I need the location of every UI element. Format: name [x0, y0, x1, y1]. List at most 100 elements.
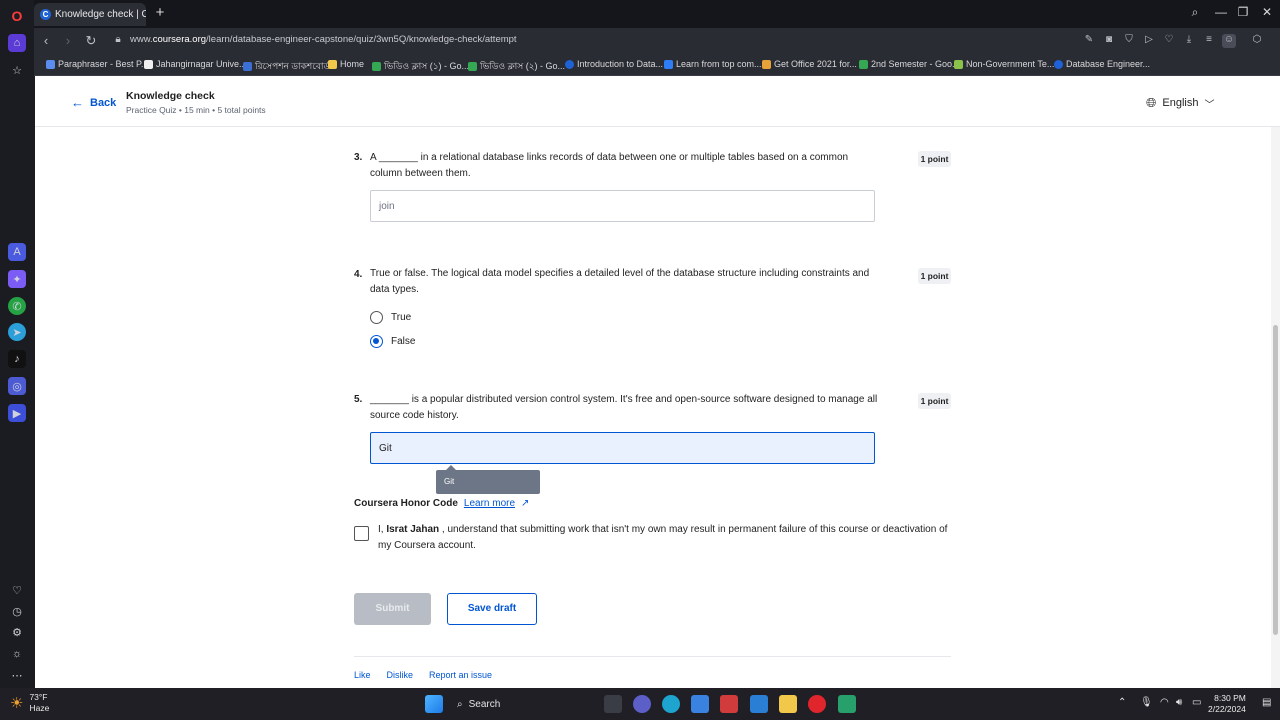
- report-issue-link[interactable]: Report an issue: [429, 670, 492, 680]
- radio-button[interactable]: [370, 311, 383, 324]
- notifications-icon[interactable]: ▤: [1262, 697, 1271, 708]
- back-nav-button[interactable]: ‹: [38, 33, 54, 48]
- learn-more-link[interactable]: Learn more: [464, 498, 515, 509]
- tray-chevron-icon[interactable]: ⌃: [1118, 697, 1126, 708]
- teams-icon[interactable]: [633, 695, 651, 713]
- option-label: False: [391, 336, 416, 347]
- answer-input[interactable]: join: [370, 190, 875, 222]
- whatsapp-icon[interactable]: ✆: [8, 297, 26, 315]
- bookmark-item[interactable]: Get Office 2021 for...: [762, 59, 857, 69]
- bookmark-item[interactable]: Database Engineer...: [1054, 59, 1150, 69]
- media-app-icon[interactable]: [838, 695, 856, 713]
- volume-icon[interactable]: 🔊︎: [1176, 697, 1182, 708]
- search-label: Search: [468, 698, 501, 710]
- back-label: Back: [90, 96, 117, 109]
- player-icon[interactable]: ▶: [8, 404, 26, 422]
- question-number: 4.: [354, 269, 363, 280]
- reload-button[interactable]: ↻: [83, 33, 99, 49]
- edge-icon[interactable]: [662, 695, 680, 713]
- store-icon[interactable]: [691, 695, 709, 713]
- favorites-icon[interactable]: ♡: [1162, 34, 1176, 48]
- honor-code-checkbox[interactable]: [354, 526, 369, 541]
- aria-icon[interactable]: A: [8, 243, 26, 261]
- tab-title: Knowledge check | Course: [55, 9, 146, 20]
- messenger-icon[interactable]: ✦: [8, 270, 26, 288]
- search-tabs-icon[interactable]: ⌕: [1186, 5, 1204, 20]
- mail-icon[interactable]: [750, 695, 768, 713]
- opera-taskbar-icon[interactable]: [808, 695, 826, 713]
- shield-icon[interactable]: ⛉: [1122, 34, 1136, 48]
- heart-icon[interactable]: ♡: [8, 581, 26, 599]
- taskbar-search[interactable]: ⌕ Search: [449, 693, 559, 715]
- bookmark-item[interactable]: Home: [328, 59, 364, 69]
- gift-app-icon[interactable]: [720, 695, 738, 713]
- points-badge: 1 point: [918, 151, 951, 167]
- bookmark-item[interactable]: Introduction to Data...: [565, 59, 663, 69]
- bookmark-favicon-icon: [762, 59, 771, 69]
- page-subtitle: Practice Quiz • 15 min • 5 total points: [126, 105, 266, 115]
- radio-button[interactable]: [370, 335, 383, 348]
- system-clock[interactable]: 8:30 PM 2/22/2024: [1208, 693, 1246, 715]
- new-tab-button[interactable]: +: [152, 5, 168, 21]
- more-icon[interactable]: ⋯: [8, 666, 26, 684]
- answer-input-active[interactable]: Git: [370, 432, 875, 464]
- weather-widget[interactable]: ☀ 73°F Haze: [10, 692, 49, 714]
- tiktok-icon[interactable]: ♪: [8, 350, 26, 368]
- bookmark-item[interactable]: Learn from top com...: [664, 59, 762, 69]
- bookmark-item[interactable]: ভিডিও ক্লাস (১) - Go...: [372, 59, 469, 74]
- question-number: 3.: [354, 152, 363, 163]
- scrollbar-thumb[interactable]: [1273, 325, 1278, 635]
- save-draft-button[interactable]: Save draft: [447, 593, 537, 625]
- forward-nav-button[interactable]: ›: [60, 33, 76, 48]
- microphone-icon[interactable]: 🎙︎: [1140, 697, 1153, 708]
- bookmark-item[interactable]: Jahangirnagar Unive...: [144, 59, 247, 69]
- settings-icon[interactable]: ⚙: [8, 623, 26, 641]
- honor-pledge-text: I, Israt Jahan , understand that submitt…: [378, 524, 948, 551]
- restore-button[interactable]: ❐: [1234, 5, 1252, 19]
- history-icon[interactable]: ◷: [8, 602, 26, 620]
- coursera-favicon-icon: C: [40, 9, 51, 20]
- start-button[interactable]: [425, 695, 443, 713]
- camera-icon[interactable]: ◙: [1102, 34, 1116, 48]
- task-view-icon[interactable]: [604, 695, 622, 713]
- lightbulb-icon[interactable]: ☼: [8, 645, 26, 663]
- radio-option-true[interactable]: True: [370, 311, 411, 324]
- question-number: 5.: [354, 394, 363, 405]
- edit-icon[interactable]: ✎: [1082, 34, 1096, 48]
- opera-logo-icon[interactable]: O: [8, 7, 26, 25]
- star-icon[interactable]: ☆: [8, 61, 26, 79]
- instagram-icon[interactable]: ◎: [8, 377, 26, 395]
- url-field[interactable]: www.coursera.org/learn/database-engineer…: [130, 34, 517, 45]
- dislike-button[interactable]: Dislike: [387, 670, 414, 680]
- points-badge: 1 point: [918, 393, 951, 409]
- like-button[interactable]: Like: [354, 670, 371, 680]
- minimize-button[interactable]: —: [1212, 5, 1230, 19]
- bookmarks-bar: Paraphraser - Best P... Jahangirnagar Un…: [34, 54, 1280, 76]
- bookmark-item[interactable]: 2nd Semester - Goo...: [859, 59, 960, 69]
- wifi-icon[interactable]: ◠: [1160, 697, 1169, 708]
- battery-icon[interactable]: ▭: [1192, 697, 1201, 708]
- page-scrollbar[interactable]: [1271, 127, 1280, 688]
- profile-icon[interactable]: ☺: [1222, 34, 1236, 48]
- back-button[interactable]: ← Back: [71, 95, 116, 110]
- file-explorer-icon[interactable]: [779, 695, 797, 713]
- close-window-button[interactable]: ✕: [1258, 5, 1276, 19]
- bookmark-item[interactable]: Paraphraser - Best P...: [46, 59, 148, 69]
- menu-icon[interactable]: ≡: [1202, 34, 1216, 48]
- language-selector[interactable]: 🌐︎ English ﹀: [1146, 95, 1214, 111]
- browser-sidebar: O ⌂ ☆ A ✦ ✆ ➤ ♪ ◎ ▶ ♡ ◷ ⚙ ☼ ⋯: [0, 0, 34, 688]
- home-icon[interactable]: ⌂: [8, 34, 26, 52]
- external-link-icon[interactable]: ↗: [521, 498, 529, 509]
- play-icon[interactable]: ▷: [1142, 34, 1156, 48]
- submit-button[interactable]: Submit: [354, 593, 431, 625]
- bookmark-item[interactable]: রিসেপশন ডাকশবোর্ড: [243, 59, 330, 74]
- honor-code-title: Coursera Honor Code: [354, 498, 458, 509]
- bookmark-item[interactable]: ভিডিও ক্লাস (২) - Go...: [468, 59, 565, 74]
- bookmark-item[interactable]: Non-Government Te...: [954, 59, 1054, 69]
- download-icon[interactable]: ⤓: [1182, 34, 1196, 48]
- extensions-icon[interactable]: ⬡: [1250, 34, 1264, 48]
- radio-option-false[interactable]: False: [370, 335, 415, 348]
- tab-knowledge-check[interactable]: C Knowledge check | Course: [34, 3, 146, 26]
- autocomplete-suggestion[interactable]: Git: [436, 465, 540, 494]
- telegram-icon[interactable]: ➤: [8, 323, 26, 341]
